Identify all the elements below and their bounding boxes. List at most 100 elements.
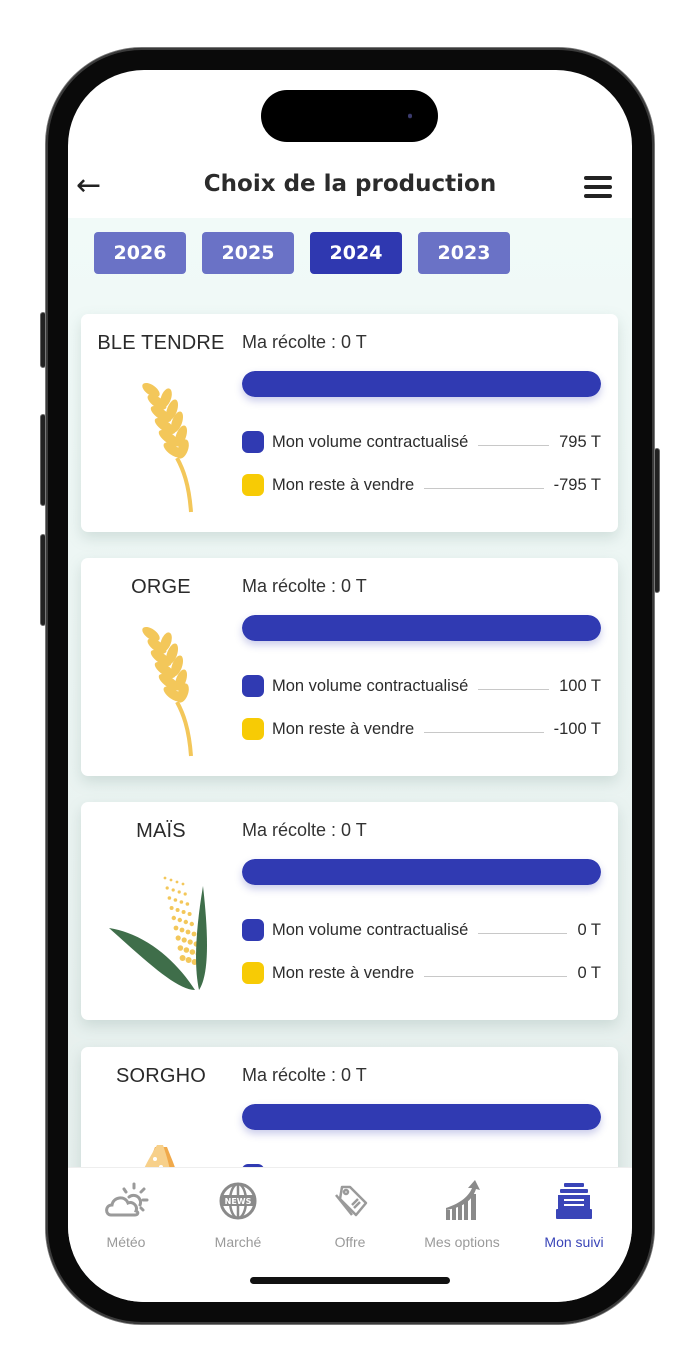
weather-icon — [70, 1178, 182, 1224]
corn-kernel — [179, 955, 186, 961]
harvest-label: Ma récolte : 0 T — [242, 820, 367, 840]
legend-swatch-yellow — [242, 962, 264, 984]
legend-swatch-yellow — [242, 718, 264, 740]
corn-kernel — [185, 902, 190, 906]
tab-label: Offre — [334, 1234, 366, 1250]
year-button-2023[interactable]: 2023 — [418, 232, 510, 274]
dynamic-island — [261, 90, 438, 142]
legend-swatch-blue — [242, 919, 264, 941]
legend-value: 0 T — [577, 963, 601, 982]
corn-kernel — [179, 900, 184, 904]
corn-kernel — [183, 892, 187, 896]
corn-kernel — [181, 937, 187, 943]
legend-label: Mon volume contractualisé — [272, 676, 469, 695]
corn-kernel — [171, 915, 176, 921]
corn-kernel — [171, 888, 175, 892]
corn-kernel — [185, 957, 192, 963]
legend-label: Mon volume contractualisé — [272, 920, 469, 939]
corn-kernel — [179, 927, 185, 933]
legend-value: 0 T — [577, 920, 601, 939]
crop-card-ble-tendre[interactable]: BLE TENDRE Ma récolte : 0 T Mon volume c… — [81, 314, 618, 532]
svg-text:NEWS: NEWS — [225, 1197, 252, 1206]
contracted-progress-bar — [242, 1104, 601, 1130]
corn-kernel — [189, 921, 194, 927]
leader-line — [424, 975, 568, 977]
news-globe-icon: NEWS — [182, 1178, 294, 1224]
crop-card-orge[interactable]: ORGE Ma récolte : 0 T Mon volume contrac… — [81, 558, 618, 776]
corn-kernel — [177, 945, 184, 951]
crop-card-mais[interactable]: MAÏS Ma récolte : 0 T Mon volume contrac… — [81, 802, 618, 1020]
legend-value: 100 T — [559, 676, 601, 695]
leader-line — [424, 731, 544, 733]
legend-value: -795 T — [553, 475, 601, 494]
crop-name: ORGE — [131, 576, 191, 598]
tab-mes-options[interactable]: Mes options — [406, 1178, 518, 1250]
corn-kernel — [185, 929, 191, 935]
contracted-progress-bar — [242, 615, 601, 641]
corn-kernel — [183, 947, 190, 953]
corn-kernel — [183, 919, 188, 925]
hamburger-menu-icon[interactable] — [584, 176, 612, 200]
corn-icon — [109, 876, 207, 990]
tab-label: Mon suivi — [544, 1234, 604, 1250]
remaining-to-sell-row: Mon reste à vendre 0 T — [242, 961, 601, 985]
leader-line — [478, 932, 568, 934]
corn-kernel — [175, 935, 181, 941]
tab-label: Météo — [106, 1234, 146, 1250]
tab-mon-suivi[interactable]: Mon suivi — [518, 1178, 630, 1250]
legend-swatch-yellow — [242, 474, 264, 496]
leader-line — [424, 487, 544, 489]
corn-kernel — [173, 925, 179, 931]
legend-label: Mon reste à vendre — [272, 963, 415, 982]
corn-kernel — [177, 917, 182, 923]
year-button-2026[interactable]: 2026 — [94, 232, 186, 274]
corn-kernel — [175, 908, 180, 912]
app-header: ← Choix de la production — [68, 162, 632, 218]
legend-label: Mon volume contractualisé — [272, 432, 469, 451]
contracted-volume-row: Mon volume contractualisé 100 T — [242, 674, 601, 698]
contracted-progress-bar — [242, 371, 601, 397]
legend-value: 795 T — [559, 432, 601, 451]
corn-kernel — [163, 876, 167, 880]
corn-kernel — [189, 949, 196, 955]
corn-kernel — [175, 880, 179, 884]
crop-name: SORGHO — [115, 1065, 207, 1087]
leader-line — [478, 444, 550, 446]
crop-name: BLE TENDRE — [97, 332, 225, 354]
phone-power-button — [654, 448, 660, 593]
corn-kernel — [191, 931, 197, 937]
screen: ← Choix de la production 2026 2025 2024 … — [68, 70, 632, 1302]
year-button-2025[interactable]: 2025 — [202, 232, 294, 274]
harvest-label: Ma récolte : 0 T — [242, 1065, 367, 1085]
corn-kernel — [181, 910, 186, 914]
tab-label: Marché — [214, 1234, 262, 1250]
tab-meteo[interactable]: Météo — [70, 1178, 182, 1250]
price-tag-icon — [294, 1178, 406, 1224]
corn-kernel — [169, 906, 174, 910]
legend-swatch-blue — [242, 675, 264, 697]
contracted-progress-bar — [242, 859, 601, 885]
remaining-to-sell-row: Mon reste à vendre -795 T — [242, 473, 601, 497]
corn-kernel — [187, 939, 193, 945]
legend-swatch-blue — [242, 431, 264, 453]
content-area: 2026 2025 2024 2023 BLE TENDRE Ma récolt… — [68, 218, 632, 1265]
contracted-volume-row: Mon volume contractualisé 795 T — [242, 430, 601, 454]
corn-kernel — [177, 890, 181, 894]
tray-stack-icon — [518, 1178, 630, 1224]
tab-offre[interactable]: Offre — [294, 1178, 406, 1250]
progress-fill — [242, 859, 601, 885]
crop-name: MAÏS — [136, 820, 186, 842]
tab-marche[interactable]: NEWS Marché — [182, 1178, 294, 1250]
year-button-2024[interactable]: 2024 — [310, 232, 402, 274]
year-selector: 2026 2025 2024 2023 — [94, 232, 510, 274]
growth-chart-icon — [406, 1178, 518, 1224]
harvest-label: Ma récolte : 0 T — [242, 576, 367, 596]
legend-value: -100 T — [553, 719, 601, 738]
legend-label: Mon reste à vendre — [272, 475, 415, 494]
legend-label: Mon reste à vendre — [272, 719, 415, 738]
corn-kernel — [165, 886, 169, 890]
wheat-icon — [142, 382, 193, 513]
progress-fill — [242, 615, 601, 641]
home-indicator[interactable] — [250, 1277, 450, 1284]
corn-kernel — [181, 882, 185, 886]
